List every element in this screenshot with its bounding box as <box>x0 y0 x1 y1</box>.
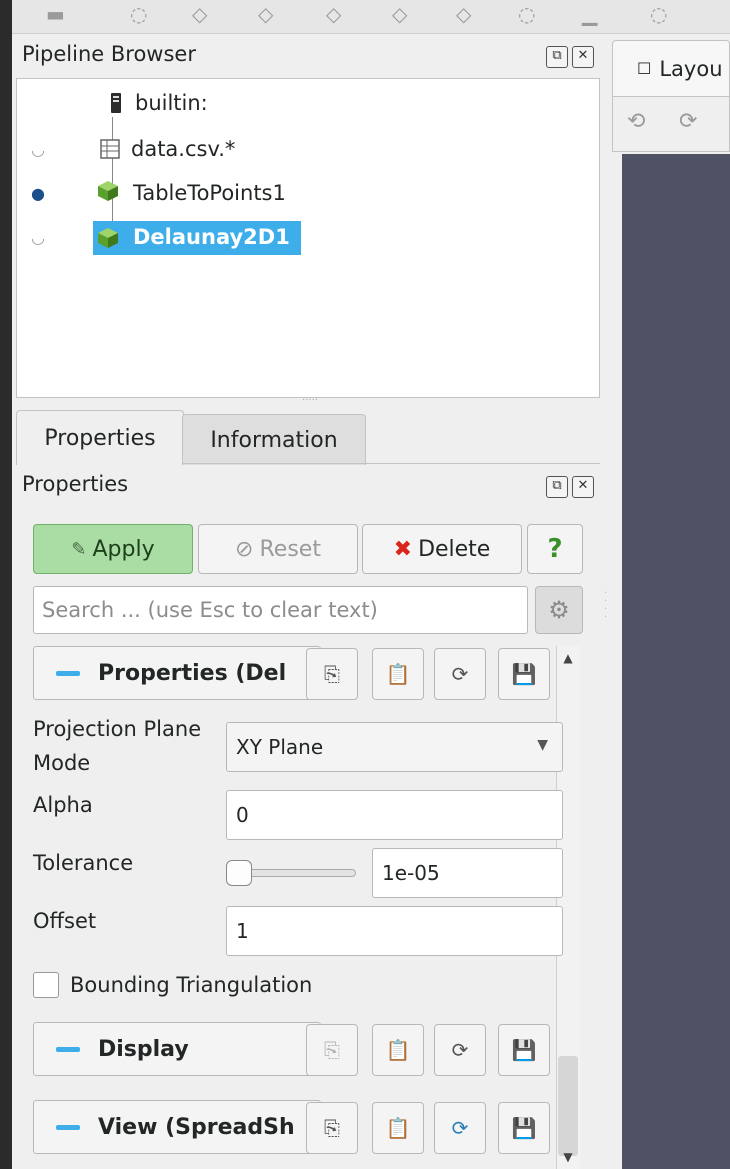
window-icon: ☐ <box>637 59 652 78</box>
main-toolbar: ▬ ◌ ◇ ◇ ◇ ◇ ◇ ◌ ▁ ◌ <box>0 0 730 34</box>
layout-tab-label: Layou <box>659 56 723 81</box>
paste-icon[interactable]: 📋 <box>372 1024 424 1076</box>
save-icon[interactable]: 💾 <box>498 1102 550 1154</box>
paste-icon[interactable]: 📋 <box>372 648 424 700</box>
pane-splitter-handle[interactable]: ····· <box>290 396 330 406</box>
tree-item-label: builtin: <box>135 91 208 115</box>
paste-icon[interactable]: 📋 <box>372 1102 424 1154</box>
toolbar-icon[interactable]: ▬ <box>46 2 65 26</box>
toolbar-icon[interactable]: ◇ <box>456 2 471 26</box>
section-title: View (SpreadSh <box>98 1114 295 1140</box>
projection-plane-mode-select[interactable]: XY Plane ▼ <box>226 722 563 772</box>
section-view-header[interactable]: View (SpreadSh <box>33 1100 321 1154</box>
camera-undo-icon[interactable]: ⟲ <box>627 109 645 134</box>
tab-information[interactable]: Information <box>182 414 366 465</box>
table-icon <box>100 139 120 159</box>
cube-icon <box>98 228 118 248</box>
reset-label: Reset <box>259 536 321 562</box>
dock-splitter-handle[interactable]: · · · · <box>604 589 610 640</box>
view-toolbar: ⟲ ⟳ <box>612 96 730 152</box>
tree-item-tabletopoints1[interactable]: ● TableToPoints1 <box>17 175 599 211</box>
pipeline-tree[interactable]: builtin: ◡ data.csv.* ● TableToPoints1 ◡ <box>16 78 600 398</box>
section-properties-header[interactable]: Properties (Del <box>33 646 321 700</box>
offset-label: Offset <box>33 909 97 933</box>
toolbar-icon[interactable]: ◌ <box>650 2 667 26</box>
close-icon[interactable]: ✕ <box>572 476 594 498</box>
server-icon <box>111 93 121 113</box>
scroll-down-icon[interactable]: ▼ <box>556 1145 580 1169</box>
float-icon[interactable]: ⧉ <box>546 476 568 498</box>
section-title: Properties (Del <box>98 660 287 686</box>
tree-item-label: TableToPoints1 <box>133 181 286 205</box>
tree-item-builtin[interactable]: builtin: <box>17 85 599 121</box>
help-button[interactable]: ? <box>527 524 583 574</box>
tab-properties[interactable]: Properties <box>16 410 184 465</box>
reset-icon[interactable]: ⟳ <box>434 1024 486 1076</box>
scroll-thumb[interactable] <box>558 1056 578 1156</box>
copy-icon[interactable]: ⎘ <box>306 648 358 700</box>
reset-icon[interactable]: ⟳ <box>434 1102 486 1154</box>
alpha-label: Alpha <box>33 793 93 817</box>
cancel-icon: ⊘ <box>235 536 254 562</box>
pipeline-dock-buttons: ⧉ ✕ <box>546 46 594 68</box>
offset-field[interactable]: 1 <box>226 906 563 956</box>
tree-item-data-csv[interactable]: ◡ data.csv.* <box>17 131 599 167</box>
render-view[interactable] <box>622 154 730 1169</box>
chevron-down-icon: ▼ <box>537 737 548 753</box>
toolbar-icon[interactable]: ◇ <box>192 2 207 26</box>
collapse-icon <box>56 1124 80 1130</box>
toolbar-icon[interactable]: ◌ <box>130 2 147 26</box>
collapse-icon <box>56 670 80 676</box>
tolerance-slider-handle[interactable] <box>226 860 252 886</box>
toolbar-icon[interactable]: ▁ <box>582 2 597 26</box>
cube-icon <box>98 181 118 201</box>
delete-button[interactable]: ✖ Delete <box>362 524 522 574</box>
projection-plane-mode-label-2: Mode <box>33 751 91 775</box>
reset-icon[interactable]: ⟳ <box>434 648 486 700</box>
toolbar-icon[interactable]: ◇ <box>392 2 407 26</box>
apply-button[interactable]: ✎ Apply <box>33 524 193 574</box>
tab-bar-line <box>182 463 600 464</box>
alpha-field[interactable]: 0 <box>226 790 563 840</box>
float-icon[interactable]: ⧉ <box>546 46 568 68</box>
tree-item-label: Delaunay2D1 <box>133 225 290 249</box>
toolbar-icon[interactable]: ◌ <box>518 2 535 26</box>
properties-title: Properties <box>22 472 129 496</box>
save-icon[interactable]: 💾 <box>498 1024 550 1076</box>
eye-open-icon[interactable]: ● <box>25 184 51 203</box>
section-title: Display <box>98 1036 189 1062</box>
bounding-triangulation-label: Bounding Triangulation <box>70 973 313 997</box>
apply-label: Apply <box>92 536 155 562</box>
tolerance-label: Tolerance <box>33 851 134 875</box>
reset-button[interactable]: ⊘ Reset <box>198 524 358 574</box>
bounding-triangulation-checkbox[interactable] <box>33 972 59 998</box>
select-value: XY Plane <box>236 735 324 759</box>
copy-icon[interactable]: ⎘ <box>306 1102 358 1154</box>
close-icon[interactable]: ✕ <box>572 46 594 68</box>
apply-icon: ✎ <box>71 538 87 560</box>
delete-label: Delete <box>418 536 491 562</box>
eye-closed-icon[interactable]: ◡ <box>25 228 51 247</box>
projection-plane-mode-label: Projection Plane <box>33 717 202 741</box>
tree-item-delaunay2d1[interactable]: ◡ Delaunay2D1 <box>17 219 599 255</box>
toolbar-icon[interactable]: ◇ <box>258 2 273 26</box>
section-display-header[interactable]: Display <box>33 1022 321 1076</box>
tolerance-field[interactable]: 1e-05 <box>372 848 563 898</box>
search-input[interactable] <box>33 586 528 634</box>
properties-dock-buttons: ⧉ ✕ <box>546 476 594 498</box>
copy-icon[interactable]: ⎘ <box>306 1024 358 1076</box>
eye-closed-icon[interactable]: ◡ <box>25 140 51 159</box>
scroll-up-icon[interactable]: ▲ <box>556 646 580 670</box>
save-icon[interactable]: 💾 <box>498 648 550 700</box>
gear-icon[interactable]: ⚙ <box>535 586 583 634</box>
toolbar-icon[interactable]: ◇ <box>326 2 341 26</box>
window-edge <box>0 0 12 1169</box>
pipeline-browser-title: Pipeline Browser <box>22 42 196 66</box>
camera-redo-icon[interactable]: ⟳ <box>679 109 697 134</box>
collapse-icon <box>56 1046 80 1052</box>
tab-layout[interactable]: ☐ Layou <box>612 40 730 96</box>
delete-x-icon: ✖ <box>393 536 413 562</box>
tree-item-label: data.csv.* <box>131 137 236 161</box>
